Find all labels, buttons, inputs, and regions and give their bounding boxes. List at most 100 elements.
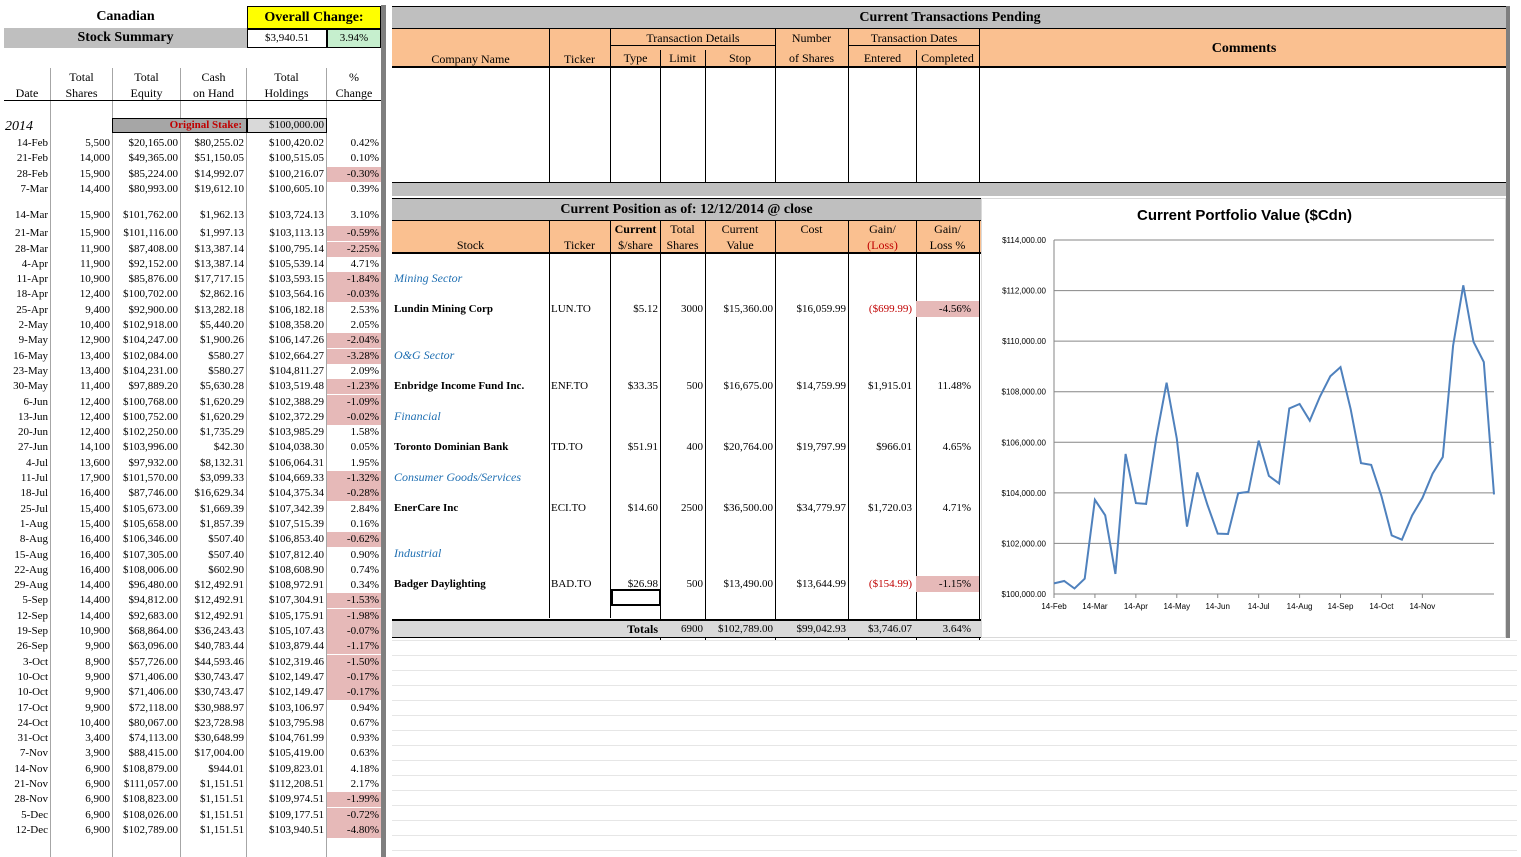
summary-cell-holdings: $107,304.91 [269, 594, 324, 607]
summary-cell-shares: 6,900 [85, 808, 110, 821]
summary-cell-equity: $102,918.00 [123, 319, 178, 331]
position-ticker: TD.TO [551, 441, 583, 453]
summary-cell-equity: $74,113.00 [128, 732, 178, 745]
position-shares: 500 [686, 578, 704, 590]
summary-cell-date: 10-Oct [17, 670, 48, 683]
summary-cell-cash: $580.27 [208, 349, 244, 362]
summary-cell-change: 2.84% [350, 502, 379, 515]
summary-cell-date: 12-Dec [15, 823, 48, 836]
col-header-holdings-2: Holdings [264, 86, 309, 100]
summary-cell-cash: $5,630.28 [200, 380, 244, 393]
summary-cell-date: 6-Jun [23, 395, 48, 408]
position-stock-name: Lundin Mining Corp [394, 303, 494, 315]
position-gain: $1,915.01 [868, 380, 912, 392]
summary-cell-change: 0.42% [350, 137, 379, 149]
sector-heading: O&G Sector [394, 348, 455, 362]
chart-plot: $114,000.00 $112,000.00 $110,000.00 $108,00… [1002, 236, 1495, 611]
position-price: $14.60 [627, 502, 658, 514]
summary-cell-shares: 6,900 [85, 762, 110, 775]
pending-col-company: Company Name [431, 52, 510, 66]
summary-cell-change: -3.28% [327, 348, 381, 364]
summary-cell-shares: 9,900 [85, 686, 110, 699]
summary-cell-change: 0.16% [350, 517, 379, 530]
summary-cell-date: 13-Jun [18, 410, 48, 423]
summary-cell-date: 5-Dec [21, 808, 48, 821]
summary-cell-date: 5-Sep [22, 594, 48, 607]
summary-cell-cash: $1,151.51 [200, 808, 244, 821]
summary-cell-change: 0.05% [350, 441, 379, 454]
position-cost: $16,059.99 [796, 303, 847, 315]
summary-cell-equity: $68,864.00 [128, 625, 179, 637]
chart-x-tick-label: 14-Jul [1248, 602, 1270, 611]
summary-cell-change: -0.59% [327, 226, 381, 242]
summary-cell-equity: $72,118.00 [128, 701, 178, 714]
position-stock-name: Badger Daylighting [394, 578, 486, 590]
summary-cell-cash: $13,387.14 [194, 242, 245, 255]
summary-cell-holdings: $109,974.51 [269, 793, 324, 806]
summary-cell-change: 4.71% [350, 257, 379, 270]
position-ticker: BAD.TO [551, 578, 592, 590]
summary-cell-holdings: $104,375.34 [269, 487, 324, 500]
summary-cell-shares: 10,900 [79, 625, 110, 637]
summary-cell-holdings: $100,795.14 [269, 242, 324, 255]
pos-col-stock: Stock [456, 238, 485, 252]
summary-cell-equity: $100,768.00 [123, 395, 178, 408]
summary-cell-cash: $16,629.34 [194, 487, 245, 500]
summary-cell-holdings: $104,811.27 [269, 364, 324, 377]
summary-cell-cash: $1,151.51 [200, 823, 244, 836]
chart-x-tick-label: 14-May [1163, 602, 1190, 611]
summary-cell-date: 7-Nov [19, 747, 48, 760]
summary-cell-shares: 17,900 [79, 472, 110, 484]
summary-title-line2: Stock Summary [77, 30, 174, 45]
summary-cell-holdings: $105,175.91 [269, 609, 324, 622]
pos-col-gain-pct-1: Gain/ [934, 222, 961, 236]
summary-cell-holdings: $103,519.48 [269, 380, 324, 393]
col-header-change-1: % [349, 70, 359, 84]
summary-title-line1: Canadian [96, 9, 155, 24]
position-panel: Current Position as of: 12/12/2014 @ clo… [392, 198, 981, 641]
summary-cell-change: 0.39% [350, 182, 379, 195]
summary-cell-shares: 16,400 [79, 533, 110, 546]
chart-y-tick-label: $108,000.00 [1002, 388, 1047, 397]
selected-cell[interactable] [611, 589, 661, 606]
summary-cell-shares: 9,900 [85, 670, 110, 683]
position-gain-pct: 4.71% [942, 502, 971, 514]
summary-cell-shares: 16,400 [79, 548, 110, 561]
summary-cell-shares: 14,400 [79, 594, 110, 607]
summary-cell-holdings: $102,149.47 [269, 670, 324, 683]
pending-panel: Current Transactions Pending Transaction… [392, 6, 1508, 196]
summary-cell-equity: $102,250.00 [123, 426, 178, 439]
summary-cell-shares: 14,100 [79, 441, 110, 454]
summary-cell-holdings: $103,879.44 [269, 640, 324, 653]
summary-cell-date: 26-Sep [16, 640, 48, 653]
position-cost: $34,779.97 [796, 502, 847, 514]
summary-cell-equity: $107,305.00 [123, 548, 178, 561]
summary-cell-holdings: $106,147.26 [269, 334, 324, 347]
summary-cell-date: 27-Jun [18, 441, 48, 454]
chart-x-tick-label: 14-Nov [1409, 602, 1435, 611]
totals-label: Totals [627, 622, 658, 636]
summary-cell-equity: $85,224.00 [128, 167, 179, 180]
position-ticker: ENF.TO [551, 380, 589, 392]
summary-cell-equity: $71,406.00 [128, 670, 179, 683]
totals-value: $102,789.00 [718, 623, 773, 635]
summary-cell-equity: $94,812.00 [128, 594, 179, 607]
summary-cell-holdings: $103,724.13 [269, 209, 324, 222]
summary-cell-equity: $97,932.00 [128, 456, 179, 469]
summary-cell-shares: 12,400 [79, 288, 110, 301]
position-gain-pct: 11.48% [937, 380, 971, 392]
totals-shares: 6900 [681, 623, 703, 635]
portfolio-chart[interactable]: Current Portfolio Value ($Cdn) $114,000.… [981, 198, 1506, 638]
summary-cell-equity: $104,231.00 [123, 364, 178, 377]
summary-cell-change: 1.58% [350, 426, 379, 439]
summary-cell-cash: $42.30 [213, 441, 244, 454]
summary-cell-holdings: $102,319.46 [269, 655, 324, 668]
summary-cell-shares: 6,900 [85, 778, 110, 790]
summary-cell-holdings: $100,515.05 [269, 152, 324, 165]
summary-cell-equity: $80,993.00 [128, 182, 179, 195]
summary-cell-change: 0.34% [350, 579, 379, 592]
summary-cell-change: -2.04% [327, 333, 381, 349]
col-header-date: Date [15, 86, 39, 100]
summary-cell-date: 21-Feb [16, 152, 48, 165]
summary-cell-equity: $80,067.00 [128, 716, 179, 729]
